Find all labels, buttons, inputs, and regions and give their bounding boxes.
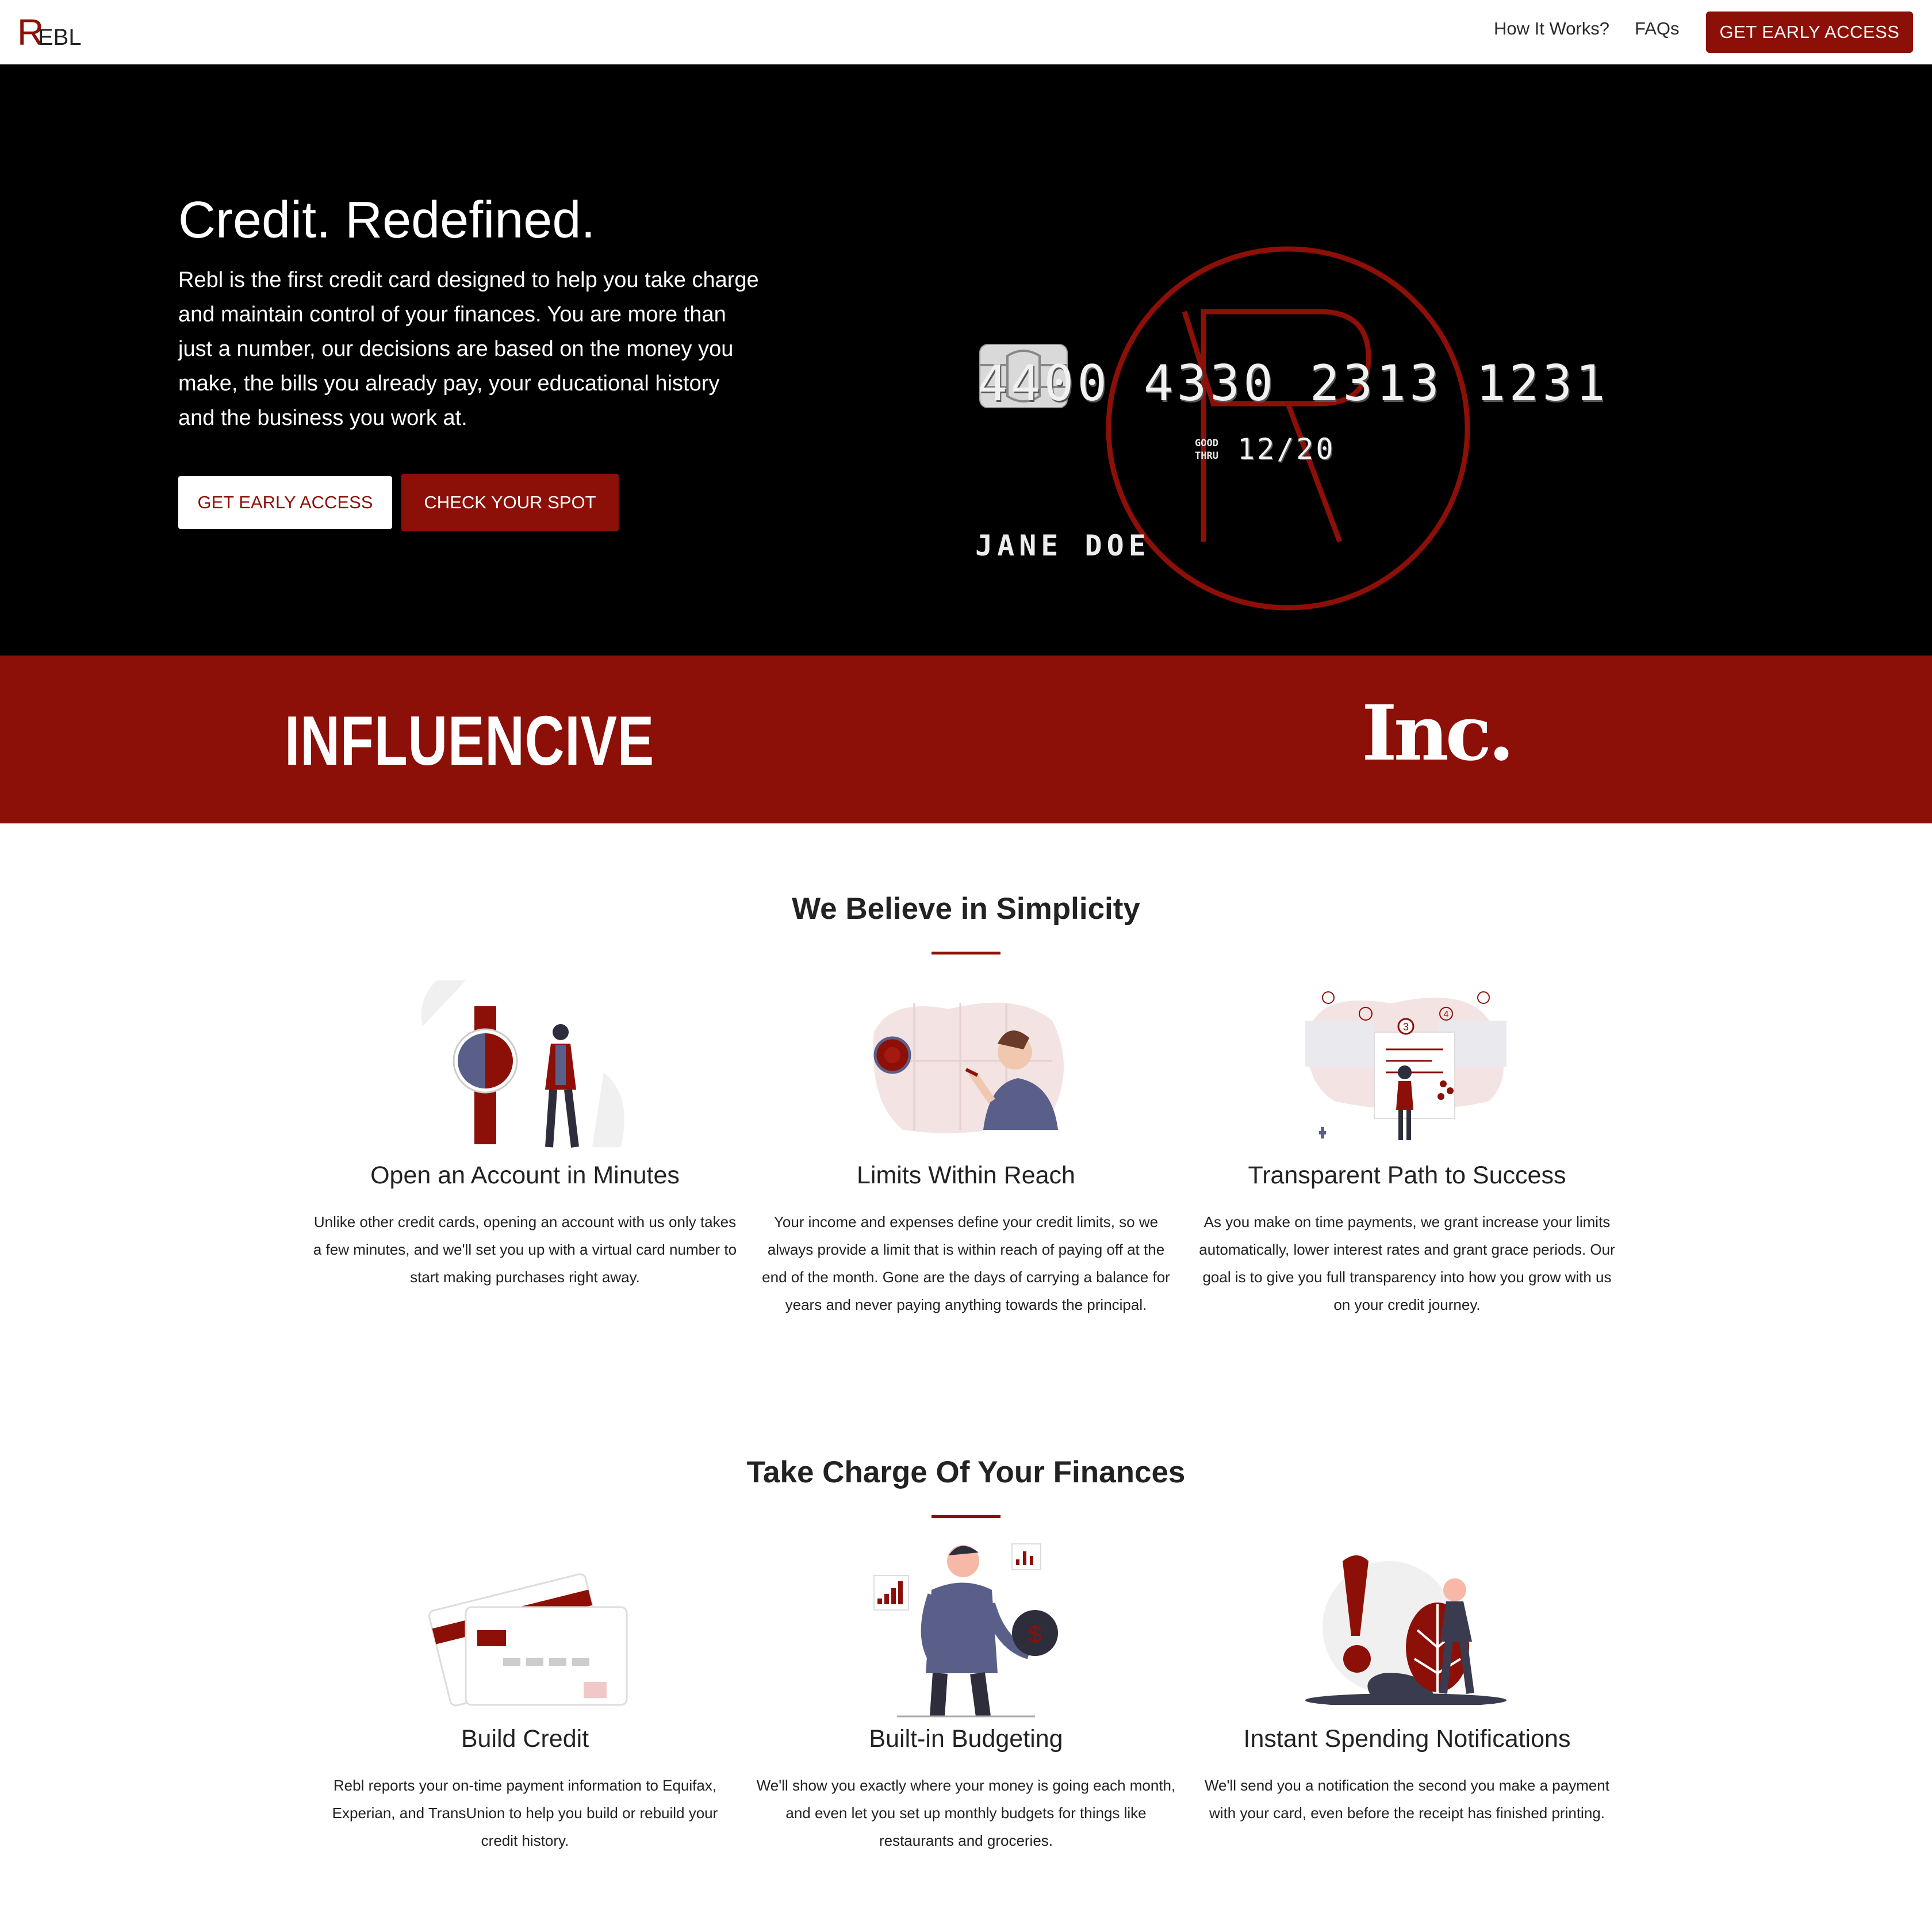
finances-section-title: Take Charge Of Your Finances (746, 1455, 1186, 1489)
get-early-access-button[interactable]: GET EARLY ACCESS (178, 476, 392, 529)
top-navigation: R EBL How It Works? FAQs GET EARLY ACCES… (0, 0, 1932, 64)
rebl-circle-mark (1106, 246, 1470, 611)
hero-description: Rebl is the first credit card designed t… (178, 268, 759, 430)
inc-logo[interactable]: Inc. (1362, 689, 1515, 778)
progress-steps-illustration: 3 4 (1305, 991, 1506, 1140)
feature-title: Limits Within Reach (857, 1162, 1075, 1189)
check-your-spot-button[interactable]: CHECK YOUR SPOT (401, 474, 619, 531)
rebl-r-mark (1182, 309, 1371, 543)
hero-section: Credit. Redefined. Rebl is the first cre… (0, 64, 1932, 656)
feature-title: Transparent Path to Success (1248, 1162, 1566, 1189)
section-divider (931, 952, 1000, 954)
simplicity-section-title: We Believe in Simplicity (792, 892, 1140, 926)
feature-instant-notifications: Instant Spending Notifications We'll sen… (1194, 1725, 1620, 1827)
card-expiry: 12/20 (1237, 432, 1336, 466)
hero-title: Credit. Redefined. (178, 191, 596, 249)
credit-cards-illustration (428, 1573, 628, 1707)
feature-open-account: Open an Account in Minutes Unlike other … (312, 1162, 738, 1291)
feature-description: Your income and expenses define your cre… (762, 1213, 1170, 1313)
nav-link-faqs[interactable]: FAQs (1635, 18, 1680, 39)
card-holder-name: JANE DOE (975, 529, 1151, 562)
feature-title: Instant Spending Notifications (1243, 1725, 1571, 1753)
feature-description: We'll show you exactly where your money … (756, 1777, 1176, 1849)
influencive-logo[interactable]: INFLUENCIVE (285, 700, 654, 781)
feature-title: Build Credit (461, 1725, 589, 1753)
watch-person-illustration (421, 980, 624, 1148)
feature-description: Unlike other credit cards, opening an ac… (313, 1213, 737, 1286)
section-divider (931, 1515, 1000, 1518)
feature-title: Open an Account in Minutes (370, 1162, 680, 1189)
press-band: INFLUENCIVE Inc. (0, 656, 1932, 823)
svg-text:4: 4 (1444, 1010, 1449, 1019)
exclamation-illustration (1305, 1555, 1506, 1705)
good-thru-label: GOOD THRU (1195, 438, 1218, 462)
feature-description: As you make on time payments, we grant i… (1199, 1213, 1615, 1313)
feature-description: Rebl reports your on-time payment inform… (332, 1777, 718, 1849)
card-number: 4400 4330 2313 1231 (977, 355, 1609, 412)
feature-build-credit: Build Credit Rebl reports your on-time p… (312, 1725, 738, 1854)
dartboard-illustration (873, 1002, 1064, 1133)
svg-text:$: $ (1028, 1620, 1041, 1647)
rebl-logo[interactable]: R EBL (17, 12, 92, 52)
feature-limits-within-reach: Limits Within Reach Your income and expe… (753, 1162, 1179, 1318)
budget-person-illustration: $ (873, 1543, 1058, 1718)
svg-text:EBL: EBL (38, 25, 82, 50)
feature-title: Built-in Budgeting (869, 1725, 1063, 1753)
nav-link-how-it-works[interactable]: How It Works? (1494, 18, 1609, 39)
feature-transparent-path: Transparent Path to Success As you make … (1194, 1162, 1620, 1318)
svg-text:3: 3 (1403, 1021, 1409, 1033)
feature-built-in-budgeting: Built-in Budgeting We'll show you exactl… (753, 1725, 1179, 1854)
nav-get-early-access-button[interactable]: GET EARLY ACCESS (1706, 12, 1913, 53)
feature-description: We'll send you a notification the second… (1204, 1777, 1609, 1822)
